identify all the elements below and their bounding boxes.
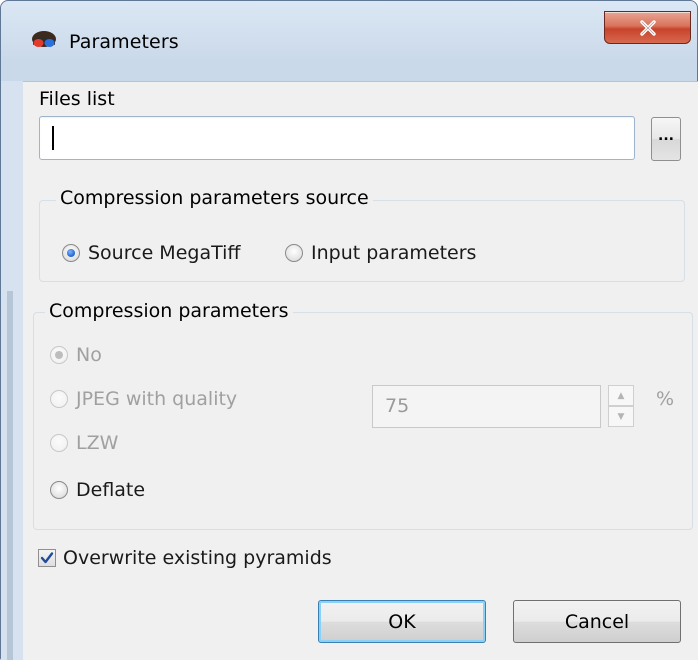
title-bar[interactable]: Parameters [1,1,698,81]
checkbox-checked[interactable] [38,549,56,567]
spin-up-icon: ▲ [608,385,634,406]
radio-label: Source MegaTiff [88,242,241,264]
ok-button[interactable]: OK [318,600,486,643]
radio-no-compression: No [50,344,102,366]
files-list-label: Files list [39,88,115,110]
quality-unit: % [656,388,675,410]
radio-button-disabled-checked [50,346,68,364]
jpeg-quality-input: 75 [372,385,601,428]
radio-button-checked[interactable] [62,244,80,262]
close-button[interactable] [604,11,691,44]
overwrite-pyramids-checkbox[interactable]: Overwrite existing pyramids [38,547,332,569]
files-list-input[interactable] [39,116,635,160]
radio-label: Input parameters [311,242,477,264]
checkmark-icon [40,552,54,564]
spin-down-icon: ▼ [608,406,634,427]
compression-source-group [39,200,685,282]
close-icon [639,19,656,36]
radio-lzw: LZW [50,432,118,454]
radio-button-disabled [50,434,68,452]
radio-input-parameters[interactable]: Input parameters [285,242,476,264]
radio-deflate[interactable]: Deflate [50,479,145,501]
window-left-frame [1,81,23,660]
3d-glasses-icon [32,31,56,47]
compression-source-title: Compression parameters source [56,187,373,209]
radio-source-megatiff[interactable]: Source MegaTiff [62,242,240,264]
compression-parameters-title: Compression parameters [45,300,293,322]
radio-button[interactable] [50,481,68,499]
radio-jpeg-quality: JPEG with quality [50,388,237,410]
checkbox-label: Overwrite existing pyramids [63,547,332,569]
radio-button-disabled [50,390,68,408]
radio-label: JPEG with quality [76,388,238,410]
radio-button[interactable] [285,244,303,262]
browse-button[interactable]: ... [651,117,681,161]
quality-spinner: ▲ ▼ [608,385,634,428]
text-caret [52,126,54,150]
radio-label: LZW [76,432,119,454]
radio-label: No [76,344,102,366]
radio-label: Deflate [76,479,146,501]
parameters-dialog: Parameters Files list ... Compression pa… [0,0,698,660]
cancel-button[interactable]: Cancel [513,600,681,643]
dialog-body: Files list ... Compression parameters so… [23,81,698,660]
window-title: Parameters [69,31,179,53]
